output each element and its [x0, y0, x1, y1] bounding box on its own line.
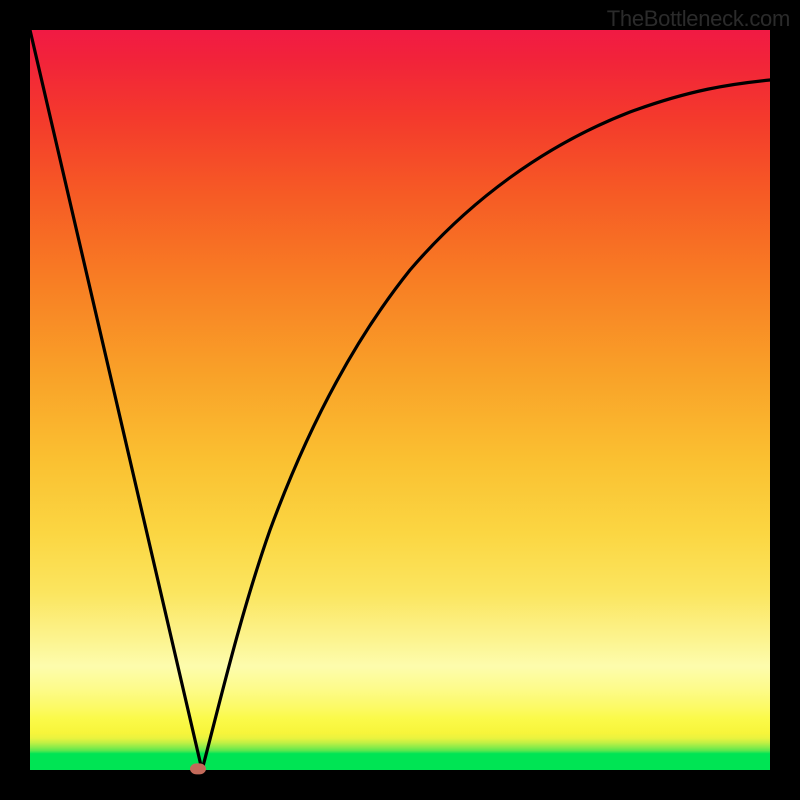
curve-svg	[30, 30, 770, 770]
plot-area	[30, 30, 770, 770]
chart-frame: TheBottleneck.com	[0, 0, 800, 800]
curve-path	[30, 30, 770, 770]
minimum-marker	[190, 763, 206, 774]
watermark-text: TheBottleneck.com	[607, 6, 790, 32]
